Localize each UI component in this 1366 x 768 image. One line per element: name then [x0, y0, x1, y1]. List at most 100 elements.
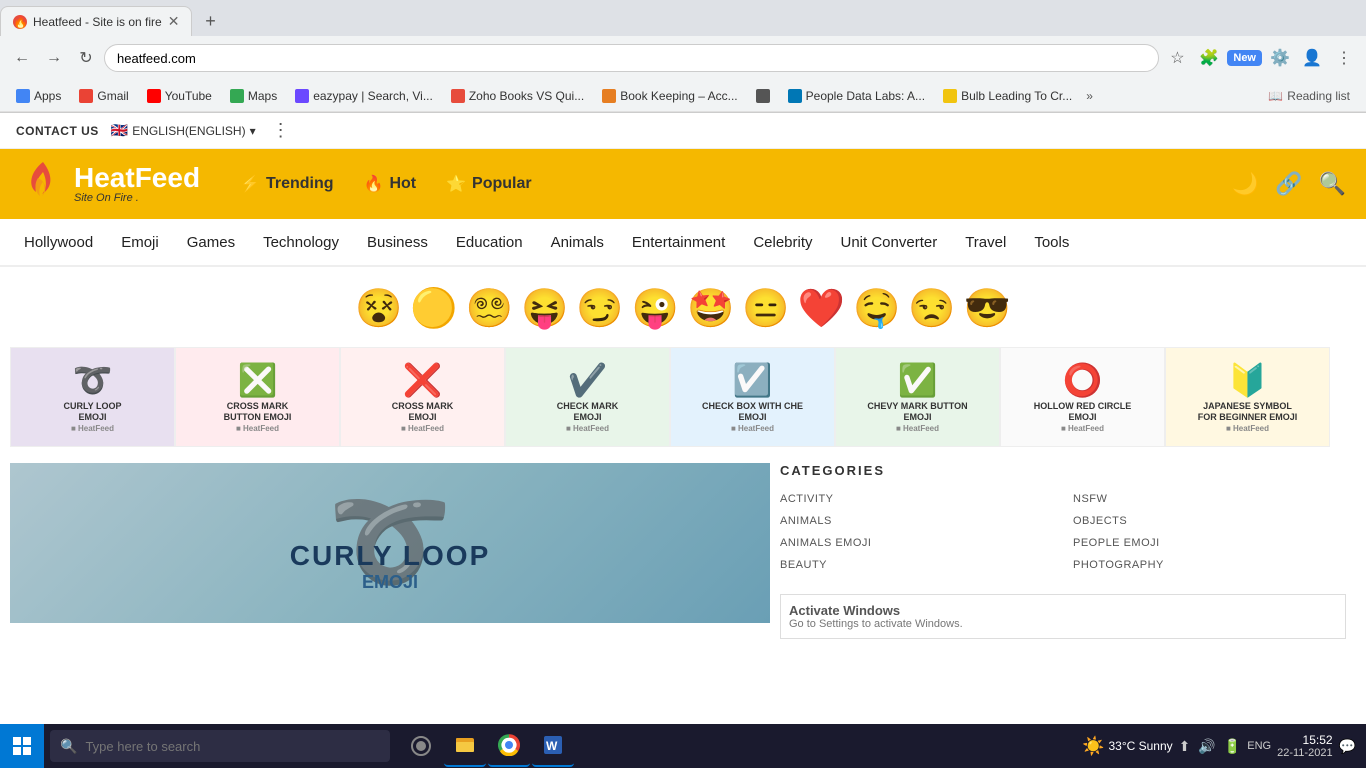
article-card-chevy-mark[interactable]: ✅ CHEVY MARK BUTTONEMOJI ■ HeatFeed	[835, 347, 1000, 447]
emoji-item[interactable]: 😜	[632, 287, 679, 331]
bookmark-bulb[interactable]: Bulb Leading To Cr...	[935, 87, 1080, 105]
nav-item-business[interactable]: Business	[353, 219, 442, 265]
new-tab-button[interactable]: +	[196, 7, 224, 35]
emoji-item[interactable]: 🟡	[410, 287, 457, 331]
article-card-curly-loop[interactable]: ➰ CURLY LOOPEMOJI ■ HeatFeed	[10, 347, 175, 447]
category-beauty[interactable]: BEAUTY	[780, 556, 1053, 574]
taskbar-search-box[interactable]: 🔍	[50, 730, 390, 762]
address-bar[interactable]	[104, 44, 1159, 72]
volume-icon[interactable]: 🔊	[1198, 738, 1215, 755]
main-article-image[interactable]: ➰ CURLY LOOP EMOJI	[10, 463, 770, 623]
reload-button[interactable]: ↻	[72, 44, 100, 72]
category-people-emoji[interactable]: PEOPLE EMOJI	[1073, 534, 1346, 552]
emoji-item[interactable]: 😏	[576, 287, 623, 331]
bookmark-label-gmail: Gmail	[97, 89, 128, 103]
article-card-cross-mark[interactable]: ❌ CROSS MARKEMOJI ■ HeatFeed	[340, 347, 505, 447]
emoji-item[interactable]: 😑	[742, 287, 789, 331]
new-badge[interactable]: New	[1227, 50, 1262, 66]
more-bookmarks-button[interactable]: »	[1086, 89, 1093, 103]
category-animals[interactable]: ANIMALS	[780, 512, 1053, 530]
nav-item-education[interactable]: Education	[442, 219, 537, 265]
tab-close-button[interactable]: ✕	[168, 13, 180, 30]
logo-flame-icon	[20, 158, 66, 210]
taskbar-explorer-button[interactable]	[444, 725, 486, 767]
profile-button[interactable]: 👤	[1298, 44, 1326, 72]
language-indicator[interactable]: ENG	[1247, 740, 1271, 752]
bookmark-eazypay[interactable]: eazypay | Search, Vi...	[287, 87, 441, 105]
nav-popular[interactable]: ⭐ Popular	[446, 174, 531, 194]
notification-icon[interactable]: 💬	[1339, 738, 1356, 755]
taskbar-search-input[interactable]	[85, 739, 380, 754]
bookmark-star-button[interactable]: ☆	[1163, 44, 1191, 72]
nav-item-unit-converter[interactable]: Unit Converter	[827, 219, 952, 265]
network-icon[interactable]: ⬆	[1179, 738, 1191, 755]
extensions-button[interactable]: 🧩	[1195, 44, 1223, 72]
settings-button[interactable]: ⚙️	[1266, 44, 1294, 72]
nav-item-entertainment[interactable]: Entertainment	[618, 219, 739, 265]
article-card-checkbox[interactable]: ☑️ Check Box with CheEmoji ■ HeatFeed	[670, 347, 835, 447]
menu-button[interactable]: ⋮	[1330, 44, 1358, 72]
nav-item-hollywood[interactable]: Hollywood	[10, 219, 107, 265]
language-chevron-icon: ▾	[250, 124, 256, 138]
nav-item-animals[interactable]: Animals	[537, 219, 618, 265]
contact-us-link[interactable]: CONTACT US	[16, 124, 99, 138]
language-selector[interactable]: 🇬🇧 ENGLISH(ENGLISH) ▾	[111, 122, 256, 139]
category-photography[interactable]: PHOTOGRAPHY	[1073, 556, 1346, 574]
nav-hot[interactable]: 🔥 Hot	[364, 174, 417, 194]
emoji-item[interactable]: ❤️	[798, 287, 845, 331]
nav-item-emoji[interactable]: Emoji	[107, 219, 173, 265]
bookmark-favicon-773	[756, 89, 770, 103]
card-source: ■ HeatFeed	[236, 424, 279, 433]
bookmark-youtube[interactable]: YouTube	[139, 87, 220, 105]
nav-item-tools[interactable]: Tools	[1020, 219, 1083, 265]
category-animals-emoji[interactable]: ANIMALS EMOJI	[780, 534, 1053, 552]
taskbar-chrome-button[interactable]	[488, 725, 530, 767]
bookmark-label-zoho: Zoho Books VS Qui...	[469, 89, 584, 103]
article-card-hollow-circle[interactable]: ⭕ Hollow Red CircleEmoji ■ HeatFeed	[1000, 347, 1165, 447]
nav-item-travel[interactable]: Travel	[951, 219, 1020, 265]
emoji-item[interactable]: 😝	[521, 287, 568, 331]
emoji-item[interactable]: 😒	[908, 287, 955, 331]
reading-list-button[interactable]: 📖 Reading list	[1260, 87, 1358, 105]
site-logo[interactable]: HeatFeed Site On Fire .	[20, 158, 200, 210]
dark-mode-icon[interactable]: 🌙	[1232, 171, 1259, 197]
taskbar-cortana-button[interactable]	[400, 725, 442, 767]
forward-button[interactable]: →	[40, 44, 68, 72]
nav-item-games[interactable]: Games	[173, 219, 249, 265]
taskbar-word-button[interactable]: W	[532, 725, 574, 767]
nav-item-technology[interactable]: Technology	[249, 219, 353, 265]
bookmark-maps[interactable]: Maps	[222, 87, 285, 105]
category-activity[interactable]: ACTIVITY	[780, 490, 1053, 508]
share-icon[interactable]: 🔗	[1275, 171, 1302, 197]
emoji-item[interactable]: 🤤	[853, 287, 900, 331]
card-emoji: ❌	[403, 361, 443, 399]
nav-trending[interactable]: ⚡ Trending	[240, 174, 333, 194]
article-card-japanese-symbol[interactable]: 🔰 JAPANESE SYMBOLFOR BEGINNER EMOJI ■ He…	[1165, 347, 1330, 447]
emoji-item[interactable]: 😵‍💫	[466, 287, 513, 331]
logo-sub-text: Site On Fire .	[74, 192, 200, 204]
bookmark-bookkeeping[interactable]: Book Keeping – Acc...	[594, 87, 745, 105]
active-tab[interactable]: 🔥 Heatfeed - Site is on fire ✕	[0, 6, 192, 36]
start-button[interactable]	[0, 724, 44, 768]
nav-item-celebrity[interactable]: Celebrity	[739, 219, 826, 265]
category-objects[interactable]: OBJECTS	[1073, 512, 1346, 530]
emoji-item[interactable]: 🤩	[687, 287, 734, 331]
bookmark-773[interactable]	[748, 87, 778, 105]
search-icon[interactable]: 🔍	[1319, 171, 1346, 197]
systray-icons: ⬆ 🔊 🔋	[1179, 738, 1242, 755]
bookmark-zoho[interactable]: Zoho Books VS Qui...	[443, 87, 592, 105]
back-button[interactable]: ←	[8, 44, 36, 72]
emoji-item[interactable]: 😵	[355, 287, 402, 331]
system-clock[interactable]: 15:52 22-11-2021	[1277, 733, 1332, 759]
categories-title: CATEGORIES	[780, 463, 1346, 478]
weather-widget[interactable]: ☀️ 33°C Sunny	[1082, 736, 1173, 757]
battery-icon[interactable]: 🔋	[1224, 738, 1241, 755]
article-card-cross-button[interactable]: ❎ CROSS MARKBUTTON EMOJI ■ HeatFeed	[175, 347, 340, 447]
bookmark-apps[interactable]: Apps	[8, 87, 69, 105]
bookmark-people[interactable]: People Data Labs: A...	[780, 87, 933, 105]
site-menu-icon[interactable]: ⋮	[272, 120, 290, 141]
category-nsfw[interactable]: NSFW	[1073, 490, 1346, 508]
emoji-item[interactable]: 😎	[964, 287, 1011, 331]
bookmark-gmail[interactable]: Gmail	[71, 87, 136, 105]
article-card-check-mark[interactable]: ✔️ Check MarkEmoji ■ HeatFeed	[505, 347, 670, 447]
